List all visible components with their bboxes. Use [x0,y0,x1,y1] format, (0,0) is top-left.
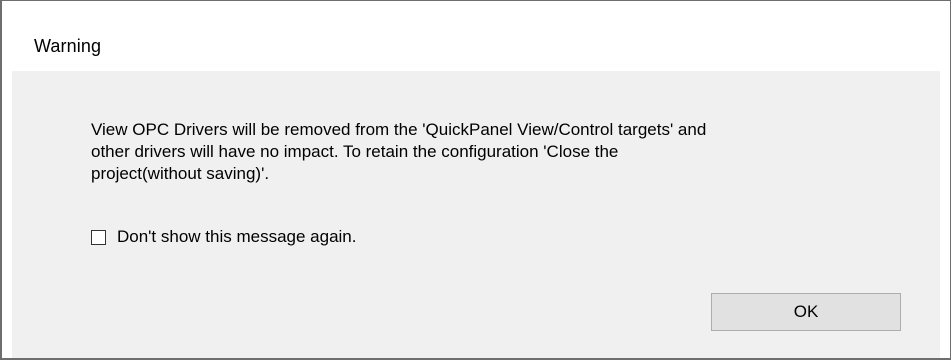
ok-button[interactable]: OK [711,293,901,331]
dialog-frame-left [2,1,12,358]
warning-message: View OPC Drivers will be removed from th… [91,119,871,185]
dialog-titlebar[interactable]: Warning [12,11,940,71]
dont-show-again-label[interactable]: Don't show this message again. [117,227,357,247]
dialog-title: Warning [34,36,102,56]
dont-show-again-checkbox[interactable] [91,229,106,245]
warning-dialog: Warning View OPC Drivers will be removed… [0,0,951,360]
dont-show-again-row[interactable]: Don't show this message again. [91,226,357,248]
message-line: project(without saving)'. [91,164,270,183]
message-line: other drivers will have no impact. To re… [91,142,619,161]
dialog-frame-right [940,1,950,358]
message-line: View OPC Drivers will be removed from th… [91,120,707,139]
dialog-body: View OPC Drivers will be removed from th… [12,71,940,358]
